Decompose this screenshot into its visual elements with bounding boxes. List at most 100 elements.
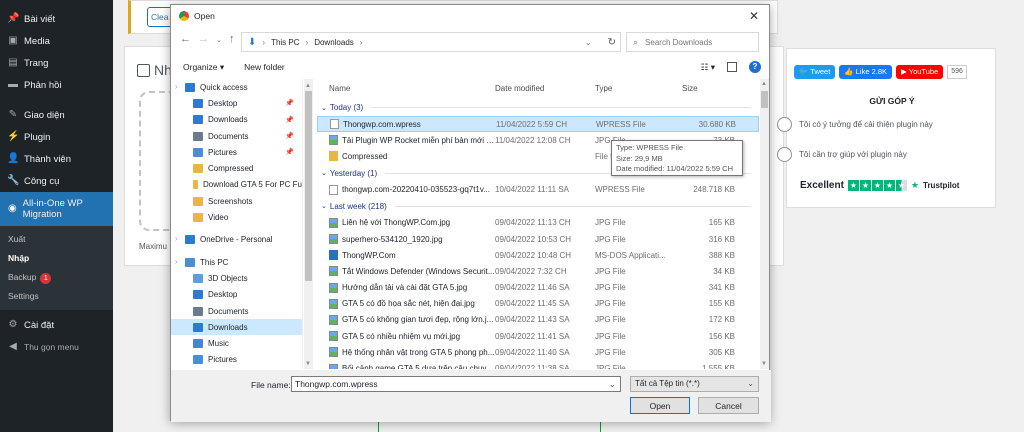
submenu-settings[interactable]: Settings xyxy=(0,287,113,306)
column-name[interactable]: Name xyxy=(317,84,495,93)
address-bar-row: ← → ⌄ ↑ ⬇ › This PC › Downloads › ⌄ ↻ ⌕ … xyxy=(171,29,771,55)
nav-scrollbar[interactable]: ▲ ▼ xyxy=(304,79,313,369)
radio-idea[interactable] xyxy=(777,117,792,132)
file-row[interactable]: Tắt Windows Defender (Windows Securit...… xyxy=(317,263,759,279)
file-row[interactable]: ThongWP.Com 09/04/2022 10:48 CH MS-DOS A… xyxy=(317,247,759,263)
chevron-down-icon[interactable]: ⌄ xyxy=(321,202,327,210)
collapse-menu[interactable]: ◀ Thu gọn menu xyxy=(0,336,113,358)
file-row[interactable]: Bối cảnh game GTA 5 dựa trên câu chuyệ..… xyxy=(317,360,759,369)
pin-icon[interactable]: 📌 xyxy=(285,132,294,140)
nav-item[interactable]: Screenshots xyxy=(171,193,302,209)
close-icon[interactable]: ✕ xyxy=(739,9,769,23)
facebook-like-button[interactable]: 👍 Like 2.8K xyxy=(839,65,893,79)
help-icon[interactable]: ? xyxy=(749,61,761,73)
menu-item[interactable]: ✎ Giao diện xyxy=(0,104,113,126)
preview-pane-icon[interactable] xyxy=(727,62,737,72)
nav-item[interactable]: Music xyxy=(171,335,302,351)
refresh-icon[interactable]: ↻ xyxy=(608,37,616,48)
nav-item[interactable]: Documents 📌 xyxy=(171,128,302,144)
filename-input[interactable]: Thongwp.com.wpress ⌄ xyxy=(291,376,621,392)
radio-help[interactable] xyxy=(777,147,792,162)
breadcrumb-downloads[interactable]: Downloads xyxy=(314,38,354,47)
cancel-button[interactable]: Cancel xyxy=(698,397,759,414)
chevron-down-icon[interactable]: ⌄ xyxy=(747,377,754,391)
chevron-right-icon[interactable]: › xyxy=(175,259,177,266)
pin-icon[interactable]: 📌 xyxy=(285,99,294,107)
file-row[interactable]: Hướng dẫn tải và cài đặt GTA 5.jpg 09/04… xyxy=(317,280,759,296)
view-options-icon[interactable]: ☷ ▾ xyxy=(701,62,715,73)
menu-item-settings[interactable]: ⚙ Cài đặt xyxy=(0,314,113,336)
menu-item[interactable]: ▤ Trang xyxy=(0,52,113,74)
chevron-right-icon[interactable]: › xyxy=(175,236,177,243)
breadcrumb[interactable]: ⬇ › This PC › Downloads › ⌄ ↻ xyxy=(241,32,621,52)
menu-item-all-in-one[interactable]: ◉ All-in-One WP Migration xyxy=(0,192,113,226)
file-date: 09/04/2022 10:53 CH xyxy=(495,234,572,244)
menu-item[interactable]: 📌 Bài viết xyxy=(0,8,113,30)
search-input[interactable]: ⌕ Search Downloads xyxy=(626,32,759,52)
submenu-export[interactable]: Xuất xyxy=(0,230,113,249)
filetype-select[interactable]: Tất cả Tệp tin (*.*) ⌄ xyxy=(630,376,759,392)
nav-item[interactable]: Desktop 📌 xyxy=(171,95,302,111)
nav-item[interactable]: › This PC xyxy=(171,254,302,270)
youtube-button[interactable]: ▶ YouTube xyxy=(896,65,944,79)
chevron-down-icon[interactable]: ⌄ xyxy=(321,169,327,177)
chevron-down-icon[interactable]: ⌄ xyxy=(321,104,327,112)
nav-item[interactable]: Download GTA 5 For PC Fu xyxy=(171,177,302,193)
file-list-scrollbar[interactable]: ▲ ▼ xyxy=(760,79,769,369)
column-date[interactable]: Date modified xyxy=(495,84,595,93)
recent-dropdown-icon[interactable]: ⌄ xyxy=(216,36,222,44)
nav-item[interactable]: Video xyxy=(171,209,302,225)
pin-icon[interactable]: 📌 xyxy=(285,148,294,156)
star-icon: ★ xyxy=(847,180,859,191)
menu-item[interactable]: ▣ Media xyxy=(0,30,113,52)
column-type[interactable]: Type xyxy=(595,84,679,93)
new-folder-button[interactable]: New folder xyxy=(244,62,285,72)
submenu-backup[interactable]: Backup 1 xyxy=(0,268,113,287)
feedback-option-help[interactable]: Tôi cần trợ giúp với plugin này xyxy=(777,147,907,162)
chevron-down-icon[interactable]: ⌄ xyxy=(585,38,592,47)
nav-item[interactable]: 3D Objects xyxy=(171,270,302,286)
file-row[interactable]: Thongwp.com.wpress 11/04/2022 5:59 CH WP… xyxy=(317,116,759,133)
nav-item[interactable]: Pictures 📌 xyxy=(171,144,302,160)
tweet-button[interactable]: 🐦 Tweet xyxy=(794,65,836,79)
nav-item[interactable]: Compressed xyxy=(171,160,302,176)
submenu-import[interactable]: Nhập xyxy=(0,249,113,268)
file-row[interactable]: thongwp.com-20220410-035523-gq7t1v... 10… xyxy=(317,182,759,198)
file-row[interactable]: GTA 5 có không gian tươi đẹp, rộng lớn.j… xyxy=(317,312,759,328)
open-button[interactable]: Open xyxy=(630,397,690,414)
file-size: 248.718 KB xyxy=(693,185,735,195)
chevron-right-icon[interactable]: › xyxy=(175,84,177,91)
nav-item[interactable]: › Quick access xyxy=(171,79,302,95)
nav-item[interactable]: Downloads xyxy=(171,319,302,336)
nav-item[interactable]: Documents xyxy=(171,303,302,319)
trustpilot-widget[interactable]: Excellent ★ ★ ★ ★ ★ ★ Trustpilot xyxy=(800,180,959,191)
menu-item[interactable]: ⚡ Plugin xyxy=(0,126,113,148)
group-header[interactable]: ⌄ Today (3) xyxy=(317,99,759,116)
back-icon[interactable]: ← xyxy=(180,33,191,45)
nav-item[interactable]: Pictures xyxy=(171,352,302,368)
file-size: 305 KB xyxy=(708,347,735,357)
dialog-title: Open xyxy=(194,11,215,21)
menu-item[interactable]: ▬ Phản hồi xyxy=(0,74,113,96)
forward-icon[interactable]: → xyxy=(198,33,209,45)
column-size[interactable]: Size xyxy=(679,84,739,93)
navigation-pane: › Quick access Desktop 📌 Downloads 📌 Doc… xyxy=(171,79,303,369)
menu-item[interactable]: 🔧 Công cụ xyxy=(0,170,113,192)
organize-button[interactable]: Organize ▾ xyxy=(183,62,224,73)
nav-item[interactable]: › OneDrive - Personal xyxy=(171,232,302,248)
pin-icon[interactable]: 📌 xyxy=(285,116,294,124)
file-row[interactable]: Liên hệ với ThongWP.Com.jpg 09/04/2022 1… xyxy=(317,215,759,231)
file-row[interactable]: GTA 5 có nhiều nhiệm vụ mới.jpg 09/04/20… xyxy=(317,328,759,344)
file-name: ThongWP.Com xyxy=(342,250,396,260)
file-row[interactable]: superhero-534120_1920.jpg 09/04/2022 10:… xyxy=(317,231,759,247)
file-row[interactable]: GTA 5 có đồ họa sắc nét, hiện đại.jpg 09… xyxy=(317,296,759,312)
file-row[interactable]: Hệ thống nhân vật trong GTA 5 phong ph..… xyxy=(317,344,759,360)
up-icon[interactable]: ↑ xyxy=(229,33,235,45)
nav-item[interactable]: Downloads 📌 xyxy=(171,112,302,128)
breadcrumb-this-pc[interactable]: This PC xyxy=(271,38,299,47)
chevron-down-icon[interactable]: ⌄ xyxy=(609,377,616,391)
nav-item[interactable]: Desktop xyxy=(171,287,302,303)
feedback-option-idea[interactable]: Tôi có ý tưởng để cải thiện plugin này xyxy=(777,117,933,132)
group-header[interactable]: ⌄ Last week (218) xyxy=(317,198,759,215)
menu-item[interactable]: 👤 Thành viên xyxy=(0,148,113,170)
